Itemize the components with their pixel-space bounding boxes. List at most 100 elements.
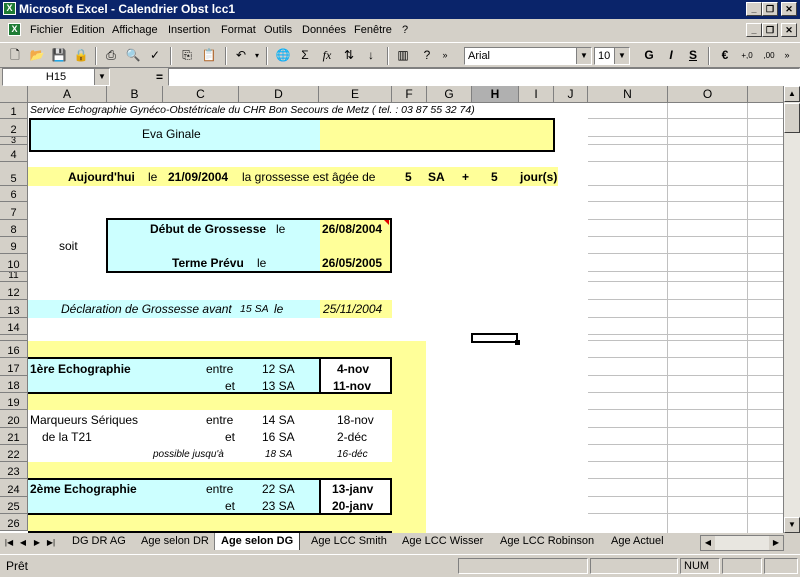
row-header-20[interactable]: 20 — [0, 410, 28, 428]
row-header-11[interactable]: 11 — [0, 272, 28, 282]
new-icon[interactable]: 🗋 — [6, 47, 24, 64]
row-header-21[interactable]: 21 — [0, 428, 28, 445]
patient-name[interactable]: Eva Ginale — [142, 127, 201, 141]
column-header-h[interactable]: H — [472, 86, 519, 103]
tab-age-lcc-wisser[interactable]: Age LCC Wisser — [402, 533, 483, 550]
undo-dropdown-icon[interactable]: ▾ — [252, 47, 262, 64]
tab-age-selon-dg[interactable]: Age selon DG — [214, 533, 301, 550]
menu-outils[interactable]: Outils — [264, 24, 292, 36]
excel-app-icon[interactable]: X — [3, 2, 16, 15]
row-header-1[interactable]: 1 — [0, 103, 28, 119]
doc-close-button[interactable]: ✕ — [781, 23, 797, 37]
scroll-left-icon[interactable]: ◀ — [701, 536, 715, 550]
toolbar-more-icon[interactable]: » — [782, 47, 792, 64]
column-header-b[interactable]: B — [107, 86, 163, 103]
copy-icon[interactable]: ⎘ — [178, 47, 196, 64]
fill-handle[interactable] — [515, 340, 520, 345]
row-header-13[interactable]: 13 — [0, 300, 28, 318]
vertical-scrollbar[interactable]: ▲ ▼ — [783, 86, 800, 533]
row-header-16[interactable]: 16 — [0, 341, 28, 358]
scroll-down-icon[interactable]: ▼ — [784, 517, 800, 533]
row-header-22[interactable]: 22 — [0, 445, 28, 462]
chart-icon[interactable]: ▥ — [394, 47, 412, 64]
autosum-icon[interactable]: Σ — [296, 47, 314, 64]
tab-age-selon-dr[interactable]: Age selon DR — [141, 533, 209, 550]
menu-edition[interactable]: Edition — [71, 24, 105, 36]
comment-indicator[interactable] — [384, 220, 389, 225]
row-header-5[interactable]: 5 — [0, 162, 28, 186]
menu-donnees[interactable]: Données — [302, 24, 346, 36]
preview-icon[interactable]: 🔍 — [124, 47, 142, 64]
font-name-select[interactable]: Arial ▼ — [464, 47, 592, 65]
name-box[interactable]: H15 ▼ — [2, 68, 110, 86]
active-cell[interactable] — [471, 333, 518, 343]
open-icon[interactable]: 📂 — [28, 47, 46, 64]
print-icon[interactable]: ⎙ — [102, 47, 120, 64]
decrease-decimal-icon[interactable]: ,00 — [760, 47, 778, 64]
tab-dg-dr-ag[interactable]: DG DR AG — [72, 533, 126, 550]
row-header-4[interactable]: 4 — [0, 145, 28, 162]
bold-button[interactable]: G — [640, 47, 658, 64]
row-header-3[interactable]: 3 — [0, 137, 28, 145]
menu-insertion[interactable]: Insertion — [168, 24, 210, 36]
italic-button[interactable]: I — [662, 47, 680, 64]
row-header-23[interactable]: 23 — [0, 462, 28, 479]
sort-icon[interactable]: ⇅ — [340, 47, 358, 64]
doc-minimize-button[interactable]: _ — [746, 23, 762, 37]
close-button[interactable]: ✕ — [781, 2, 797, 16]
spreadsheet-grid[interactable]: A B C D E F G H I J N O 1 2 3 4 5 6 7 8 … — [0, 86, 800, 533]
column-header-g[interactable]: G — [427, 86, 472, 103]
column-header-n[interactable]: N — [588, 86, 668, 103]
permissions-icon[interactable]: 🔒 — [72, 47, 90, 64]
next-sheet-icon[interactable]: ▶ — [31, 536, 43, 550]
menu-fichier[interactable]: Fichier — [30, 24, 63, 36]
menu-format[interactable]: Format — [221, 24, 256, 36]
tab-age-lcc-smith[interactable]: Age LCC Smith — [311, 533, 387, 550]
paste-icon[interactable]: 📋 — [200, 47, 218, 64]
row-header-12[interactable]: 12 — [0, 282, 28, 300]
row-header-8[interactable]: 8 — [0, 220, 28, 237]
row-header-26[interactable]: 26 — [0, 514, 28, 531]
undo-icon[interactable]: ↶ — [232, 47, 250, 64]
last-sheet-icon[interactable]: ▶| — [45, 536, 57, 550]
workbook-icon[interactable]: X — [8, 23, 21, 36]
tab-age-lcc-robinson[interactable]: Age LCC Robinson — [500, 533, 594, 550]
sort-desc-icon[interactable]: ↓ — [362, 47, 380, 64]
row-header-10[interactable]: 10 — [0, 254, 28, 272]
column-header-o[interactable]: O — [668, 86, 748, 103]
first-sheet-icon[interactable]: |◀ — [3, 536, 15, 550]
minimize-button[interactable]: _ — [746, 2, 762, 16]
scroll-right-icon[interactable]: ▶ — [769, 536, 783, 550]
row-header-25[interactable]: 25 — [0, 497, 28, 514]
restore-button[interactable]: ❐ — [762, 2, 778, 16]
row-header-7[interactable]: 7 — [0, 202, 28, 220]
menu-help[interactable]: ? — [402, 24, 408, 36]
hyperlink-icon[interactable]: 🌐 — [274, 47, 292, 64]
select-all-corner[interactable] — [0, 86, 28, 103]
menu-affichage[interactable]: Affichage — [112, 24, 158, 36]
debut-date[interactable]: 26/08/2004 — [322, 222, 382, 236]
toolbar-options-icon[interactable]: » — [440, 47, 450, 64]
prev-sheet-icon[interactable]: ◀ — [17, 536, 29, 550]
scroll-thumb[interactable] — [784, 103, 800, 133]
tab-age-actuel[interactable]: Age Actuel — [611, 533, 664, 550]
row-header-19[interactable]: 19 — [0, 393, 28, 410]
row-header-17[interactable]: 17 — [0, 358, 28, 376]
horizontal-scrollbar[interactable]: ◀ ▶ — [700, 535, 784, 551]
row-header-6[interactable]: 6 — [0, 186, 28, 202]
function-icon[interactable]: fx — [318, 47, 336, 64]
formula-input[interactable] — [168, 68, 800, 86]
save-icon[interactable]: 💾 — [50, 47, 68, 64]
row-header-2[interactable]: 2 — [0, 119, 28, 137]
font-size-select[interactable]: 10 ▼ — [594, 47, 630, 65]
column-header-a[interactable]: A — [28, 86, 107, 103]
column-header-d[interactable]: D — [239, 86, 319, 103]
row-header-14[interactable]: 14 — [0, 318, 28, 335]
underline-button[interactable]: S — [684, 47, 702, 64]
euro-button[interactable]: € — [716, 47, 734, 64]
row-header-9[interactable]: 9 — [0, 237, 28, 254]
row-header-24[interactable]: 24 — [0, 479, 28, 497]
column-header-i[interactable]: I — [519, 86, 554, 103]
column-header-j[interactable]: J — [554, 86, 588, 103]
scroll-up-icon[interactable]: ▲ — [784, 86, 800, 102]
